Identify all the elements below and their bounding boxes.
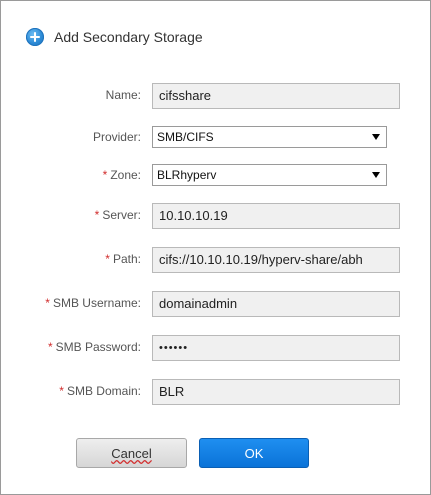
zone-select[interactable]: BLRhyperv — [152, 164, 387, 186]
server-input[interactable]: 10.10.10.19 — [152, 203, 400, 229]
server-label: * Server: — [94, 208, 141, 222]
name-label: Name: — [105, 88, 141, 102]
required-marker: * — [102, 168, 108, 182]
provider-selected-value: SMB/CIFS — [157, 130, 214, 144]
smb-domain-input[interactable]: BLR — [152, 379, 400, 405]
dialog-header: Add Secondary Storage — [26, 26, 203, 48]
smb-password-row: * SMB Password: •••••• — [1, 335, 430, 361]
ok-button[interactable]: OK — [199, 438, 309, 468]
smb-domain-row: * SMB Domain: BLR — [1, 379, 430, 405]
add-secondary-storage-dialog: Add Secondary Storage Name: cifsshare Pr… — [0, 0, 431, 495]
path-label: * Path: — [105, 252, 141, 266]
zone-row: * Zone: BLRhyperv — [1, 164, 430, 190]
smb-password-label: * SMB Password: — [47, 340, 141, 354]
zone-label: * Zone: — [102, 168, 141, 182]
provider-select[interactable]: SMB/CIFS — [152, 126, 387, 148]
dropdown-arrow-icon — [372, 134, 380, 140]
provider-label: Provider: — [92, 130, 141, 144]
dropdown-arrow-icon — [372, 172, 380, 178]
required-marker: * — [59, 384, 64, 398]
provider-row: Provider: SMB/CIFS — [1, 126, 430, 152]
smb-domain-label: * SMB Domain: — [59, 384, 141, 398]
smb-username-input[interactable]: domainadmin — [152, 291, 400, 317]
path-row: * Path: cifs://10.10.10.19/hyperv-share/a… — [1, 247, 430, 273]
cancel-button[interactable]: Cancel — [76, 438, 187, 468]
required-marker: * — [94, 208, 100, 222]
zone-selected-value: BLRhyperv — [157, 168, 217, 182]
required-marker: * — [47, 340, 53, 354]
cancel-button-label: Cancel — [111, 446, 152, 461]
path-input[interactable]: cifs://10.10.10.19/hyperv-share/abh — [152, 247, 400, 273]
smb-username-label: * SMB Username: — [45, 296, 141, 310]
server-row: * Server: 10.10.10.19 — [1, 203, 430, 229]
dialog-title: Add Secondary Storage — [54, 29, 203, 45]
smb-password-input[interactable]: •••••• — [152, 335, 400, 361]
name-input[interactable]: cifsshare — [152, 83, 400, 109]
name-row: Name: cifsshare — [1, 83, 430, 109]
required-marker: * — [105, 252, 110, 266]
plus-circle-icon — [26, 28, 44, 46]
required-marker: * — [45, 296, 50, 310]
smb-username-row: * SMB Username: domainadmin — [1, 291, 430, 317]
